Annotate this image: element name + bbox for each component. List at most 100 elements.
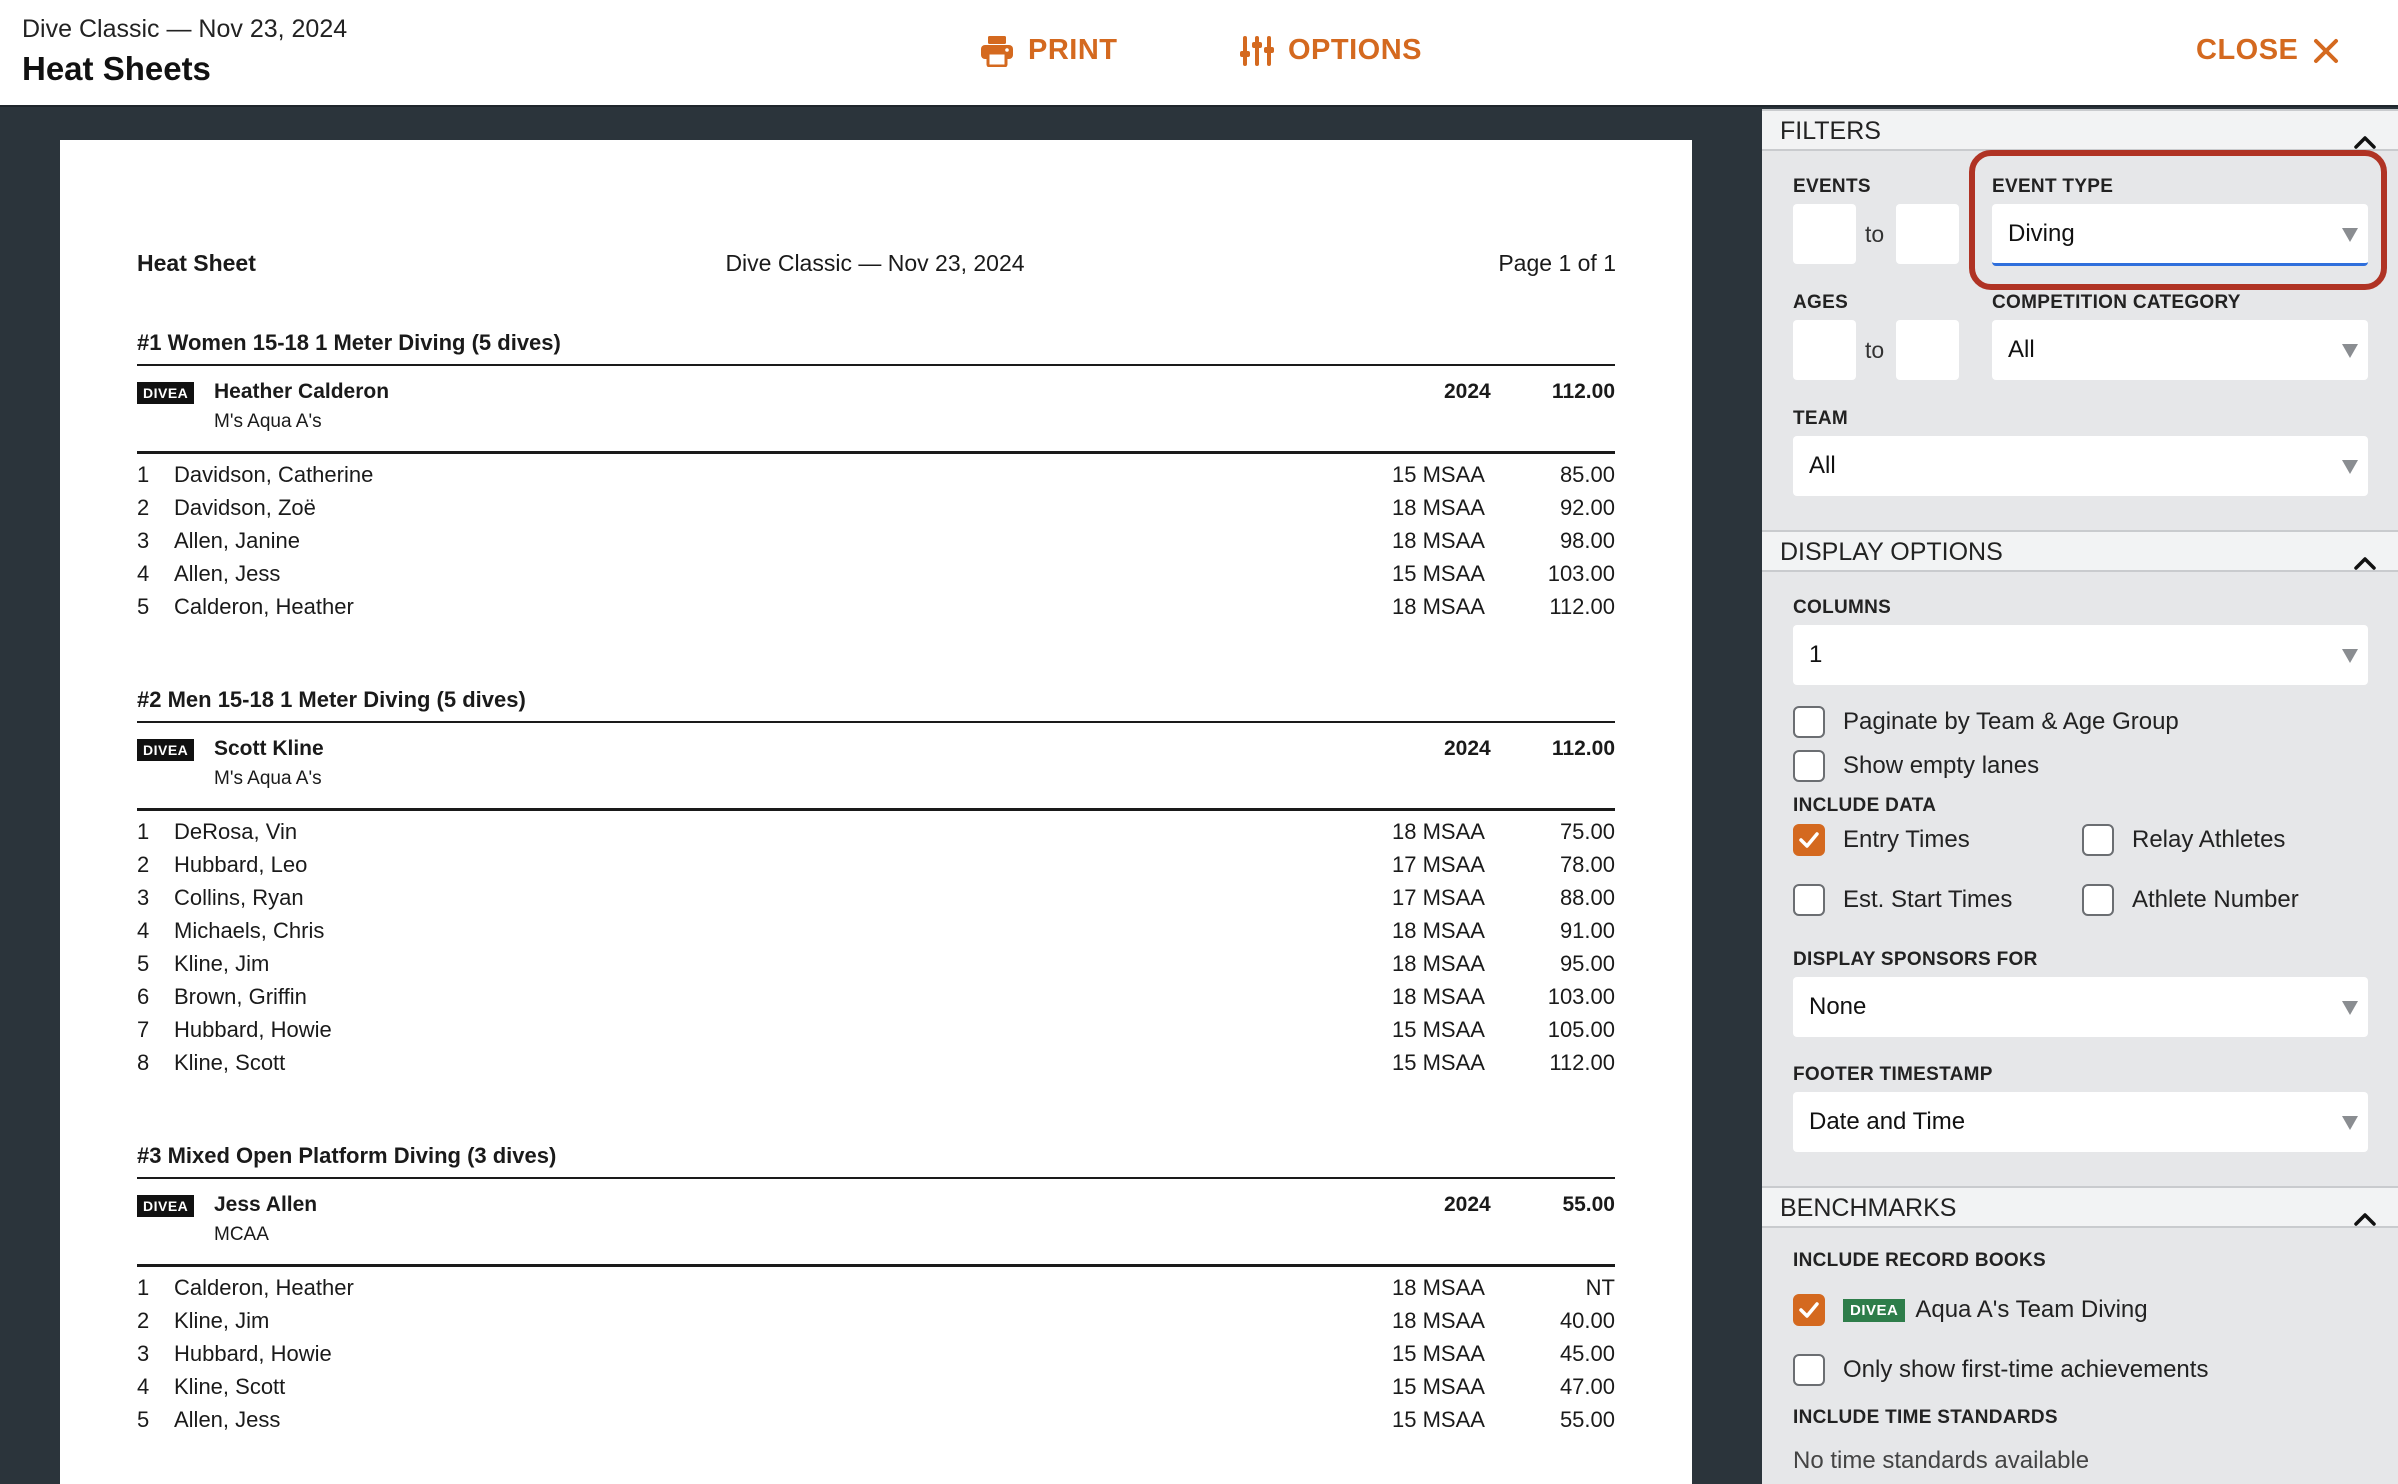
athlete-number-option[interactable]: Athlete Number (2082, 884, 2299, 916)
footer-timestamp-value: Date and Time (1809, 1108, 1966, 1135)
entry-name: Kline, Jim (174, 951, 270, 976)
entry-name: Allen, Jess (174, 561, 281, 586)
dropdown-arrow-icon (2342, 1116, 2358, 1130)
entry-number: 3 (137, 528, 150, 553)
columns-select[interactable]: 1 (1793, 625, 2368, 685)
events-from-input[interactable] (1793, 204, 1856, 264)
entry-number: 1 (137, 819, 150, 844)
chevron-up-icon[interactable] (2354, 543, 2376, 583)
record-book-option[interactable]: DIVEA Aqua A's Team Diving (1793, 1294, 2148, 1326)
first-time-option[interactable]: Only show first-time achievements (1793, 1354, 2208, 1386)
footer-timestamp-select[interactable]: Date and Time (1793, 1092, 2368, 1152)
record-score: 55.00 (1562, 1193, 1615, 1216)
entry-number: 1 (137, 462, 150, 487)
entry-list: 1 Davidson, Catherine 15 MSAA 85.00 2 Davids… (137, 454, 1615, 623)
relay-athletes-checkbox[interactable] (2082, 824, 2114, 856)
entry-score: 47.00 (1559, 1374, 1615, 1399)
record-book-checkbox[interactable] (1793, 1294, 1825, 1326)
columns-label: COLUMNS (1793, 597, 1892, 618)
sheet-meet: Dive Classic — Nov 23, 2024 (725, 250, 1025, 276)
entry-list: 1 DeRosa, Vin 18 MSAA 75.00 2 Hubbard, Leo 17… (137, 811, 1615, 1079)
entry-number: 5 (137, 951, 150, 976)
sheet-heading: Heat Sheet (137, 250, 256, 276)
entry-name: Allen, Janine (174, 528, 300, 553)
print-label: PRINT (1028, 34, 1118, 66)
entry-score: 98.00 (1559, 528, 1615, 553)
entry-age-team: 18 MSAA (1392, 951, 1485, 976)
record-row: DIVEA Heather Calderon M's Aqua A's 2024… (137, 366, 1615, 454)
entry-times-checkbox[interactable] (1793, 824, 1825, 856)
ages-to-input[interactable] (1896, 320, 1959, 380)
sponsors-select[interactable]: None (1793, 977, 2368, 1037)
entry-list: 1 Calderon, Heather 18 MSAA NT 2 Kline, Jim 1… (137, 1267, 1615, 1436)
record-badge: DIVEA (137, 1195, 195, 1217)
entry-row: 6 Brown, Griffin 18 MSAA 103.00 (137, 980, 1615, 1013)
include-data-label: INCLUDE DATA (1793, 795, 1937, 816)
entry-score: 45.00 (1559, 1341, 1615, 1366)
first-time-checkbox[interactable] (1793, 1354, 1825, 1386)
entry-row: 4 Kline, Scott 15 MSAA 47.00 (137, 1370, 1615, 1403)
relay-athletes-label: Relay Athletes (2132, 826, 2286, 853)
event-block: #2 Men 15-18 1 Meter Diving (5 dives) DI… (137, 689, 1615, 1079)
entry-age-team: 18 MSAA (1392, 819, 1485, 844)
events-to-input[interactable] (1896, 204, 1959, 264)
entry-age-team: 15 MSAA (1392, 1374, 1485, 1399)
first-time-label: Only show first-time achievements (1843, 1356, 2209, 1383)
relay-athletes-option[interactable]: Relay Athletes (2082, 824, 2285, 856)
paginate-option[interactable]: Paginate by Team & Age Group (1793, 706, 2179, 738)
options-button[interactable]: OPTIONS (1240, 34, 1422, 67)
entry-score: 55.00 (1559, 1407, 1615, 1432)
entry-number: 5 (137, 1407, 150, 1432)
highlight-ring (1969, 150, 2387, 290)
entry-row: 7 Hubbard, Howie 15 MSAA 105.00 (137, 1013, 1615, 1046)
paginate-checkbox[interactable] (1793, 706, 1825, 738)
benchmarks-header[interactable]: BENCHMARKS (1762, 1186, 2398, 1228)
close-button[interactable]: CLOSE (2196, 34, 2340, 67)
entry-row: 3 Allen, Janine 18 MSAA 98.00 (137, 524, 1615, 557)
meet-subtitle: Dive Classic — Nov 23, 2024 (22, 15, 348, 43)
team-value: All (1809, 452, 1836, 479)
sponsors-value: None (1809, 993, 1867, 1020)
chevron-up-icon[interactable] (2354, 1199, 2376, 1239)
time-standards-empty: No time standards available (1793, 1447, 2090, 1474)
entry-number: 3 (137, 885, 150, 910)
entry-age-team: 18 MSAA (1392, 1275, 1485, 1300)
entry-row: 3 Hubbard, Howie 15 MSAA 45.00 (137, 1337, 1615, 1370)
empty-lanes-option[interactable]: Show empty lanes (1793, 750, 2039, 782)
heat-sheet-page: Heat Sheet Dive Classic — Nov 23, 2024 P… (60, 140, 1692, 1484)
ages-from-input[interactable] (1793, 320, 1856, 380)
entry-row: 2 Davidson, Zoë 18 MSAA 92.00 (137, 491, 1615, 524)
record-row: DIVEA Scott Kline M's Aqua A's 2024 112.… (137, 723, 1615, 811)
entry-age-team: 15 MSAA (1392, 1407, 1485, 1432)
est-start-checkbox[interactable] (1793, 884, 1825, 916)
competition-category-label: COMPETITION CATEGORY (1992, 292, 2241, 313)
entry-name: Hubbard, Howie (174, 1341, 332, 1366)
entry-number: 5 (137, 594, 150, 619)
entry-row: 5 Calderon, Heather 18 MSAA 112.00 (137, 590, 1615, 623)
entry-name: Allen, Jess (174, 1407, 281, 1432)
entry-name: Calderon, Heather (174, 594, 354, 619)
team-select[interactable]: All (1793, 436, 2368, 496)
record-team: M's Aqua A's (214, 411, 322, 432)
filters-header[interactable]: FILTERS (1762, 109, 2398, 151)
ages-label: AGES (1793, 292, 1849, 313)
entry-age-team: 15 MSAA (1392, 561, 1485, 586)
sheet-page-number: Page 1 of 1 (1498, 250, 1616, 276)
entry-number: 4 (137, 918, 150, 943)
competition-category-select[interactable]: All (1992, 320, 2368, 380)
entry-score: 112.00 (1549, 594, 1615, 619)
record-book-badge: DIVEA (1843, 1298, 1906, 1322)
empty-lanes-checkbox[interactable] (1793, 750, 1825, 782)
display-options-header[interactable]: DISPLAY OPTIONS (1762, 530, 2398, 572)
est-start-option[interactable]: Est. Start Times (1793, 884, 2012, 916)
entry-times-label: Entry Times (1843, 826, 1970, 853)
entry-row: 5 Allen, Jess 15 MSAA 55.00 (137, 1403, 1615, 1436)
entry-number: 2 (137, 495, 150, 520)
print-button[interactable]: PRINT (980, 34, 1118, 67)
entry-times-option[interactable]: Entry Times (1793, 824, 1970, 856)
event-title: #2 Men 15-18 1 Meter Diving (5 dives) (137, 689, 1615, 723)
athlete-number-checkbox[interactable] (2082, 884, 2114, 916)
entry-score: 95.00 (1559, 951, 1615, 976)
record-team: MCAA (214, 1224, 269, 1245)
entry-number: 4 (137, 561, 150, 586)
